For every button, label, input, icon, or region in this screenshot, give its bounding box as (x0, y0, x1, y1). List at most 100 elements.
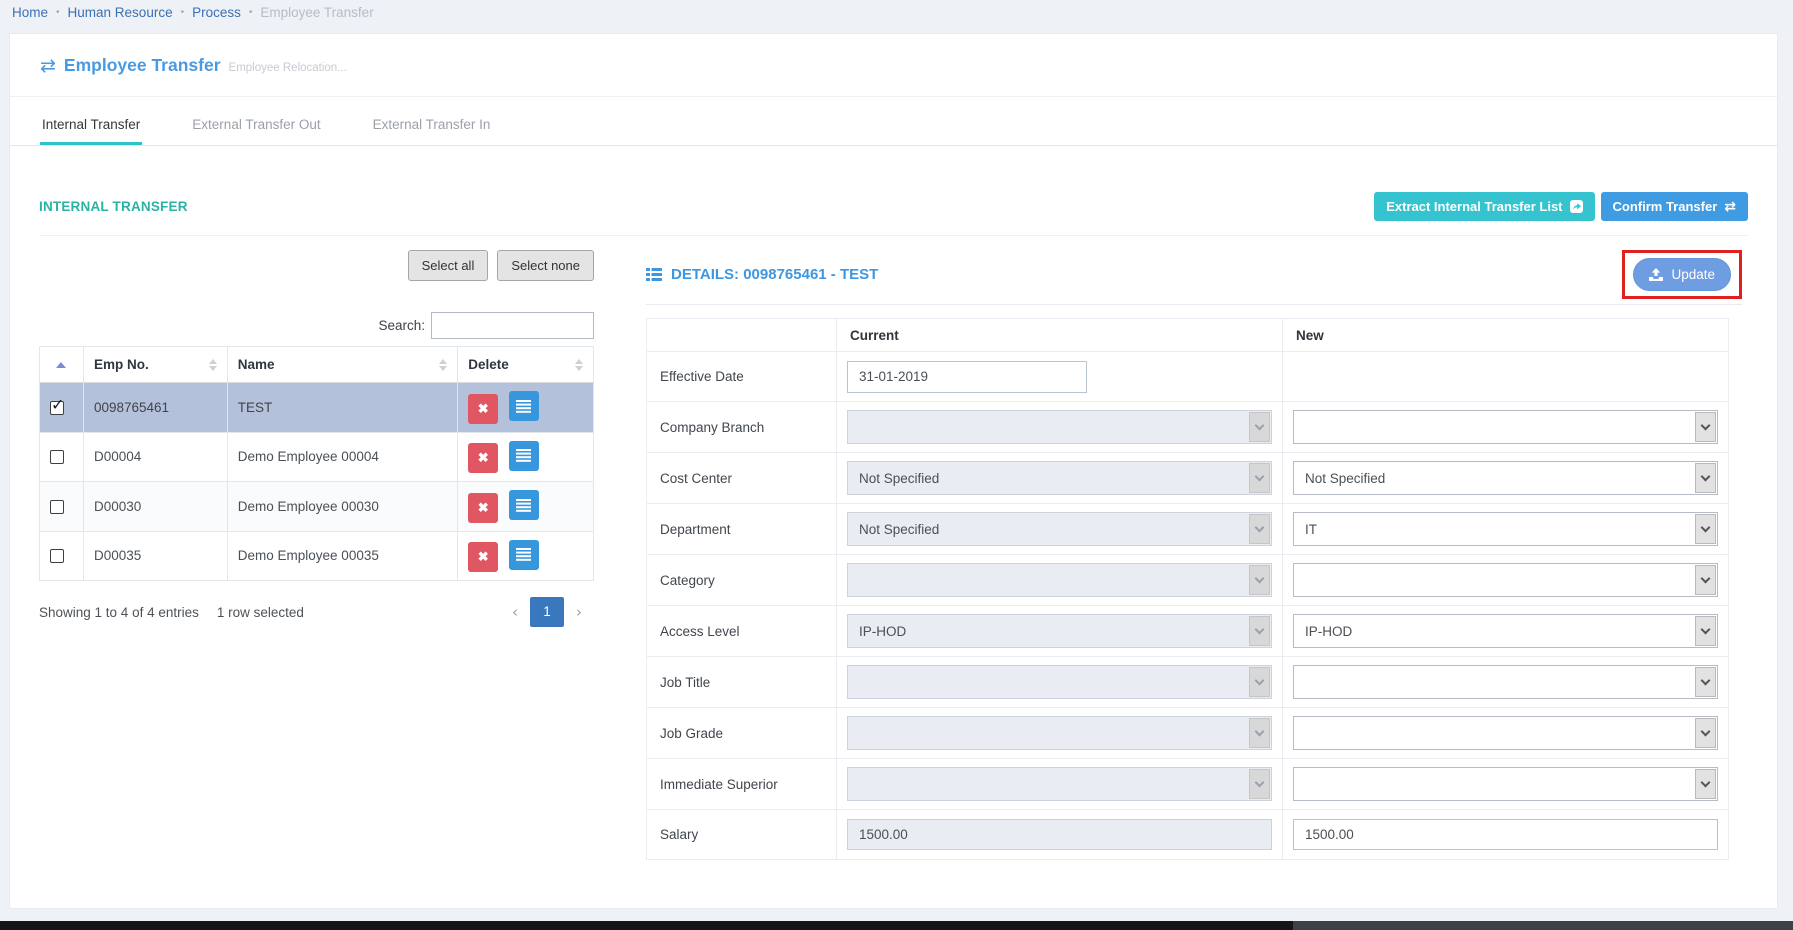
x-icon: ✖ (478, 500, 489, 516)
extract-internal-transfer-list-button[interactable]: Extract Internal Transfer List (1374, 192, 1594, 221)
emp-no-cell: D00035 (83, 531, 227, 581)
tab-external-transfer-in[interactable]: External Transfer In (371, 105, 493, 145)
exchange-icon: ⇄ (40, 55, 56, 77)
breadcrumb-process[interactable]: Process (192, 5, 241, 20)
exchange-icon: ⇄ (1724, 199, 1736, 215)
column-header-checkbox[interactable] (40, 347, 84, 383)
field-label: Salary (647, 810, 837, 860)
effective-date-current-input[interactable] (847, 361, 1087, 393)
immediate-superior-new-select[interactable] (1293, 767, 1718, 801)
details-row-button[interactable] (509, 391, 539, 421)
column-header-name[interactable]: Name (227, 347, 457, 383)
details-header-empty (647, 319, 837, 352)
employee-table: Emp No. Name Delete (39, 346, 594, 581)
chevron-down-icon (1249, 769, 1270, 799)
head-buttons: Extract Internal Transfer List Confirm T… (1374, 192, 1748, 221)
page-title: Employee Transfer (64, 55, 221, 76)
details-row-button[interactable] (509, 441, 539, 471)
details-table: Current New Effective Date Company Branc… (646, 318, 1729, 860)
x-icon: ✖ (478, 450, 489, 466)
category-new-select[interactable] (1293, 563, 1718, 597)
details-header-current: Current (837, 319, 1283, 352)
select-none-button[interactable]: Select none (497, 250, 594, 281)
delete-row-button[interactable]: ✖ (468, 542, 498, 572)
chevron-down-icon (1249, 565, 1270, 595)
chevron-down-icon (1695, 463, 1716, 493)
tab-external-transfer-out[interactable]: External Transfer Out (190, 105, 322, 145)
cost-center-new-select[interactable]: Not Specified (1293, 461, 1718, 495)
field-label: Job Grade (647, 708, 837, 759)
delete-row-button[interactable]: ✖ (468, 394, 498, 424)
chevron-down-icon (1695, 718, 1716, 748)
column-header-delete[interactable]: Delete (458, 347, 594, 383)
table-row[interactable]: D00004 Demo Employee 00004 ✖ (40, 432, 594, 482)
row-checkbox[interactable]: ✓ (50, 401, 64, 415)
pagination-next-button[interactable]: › (564, 598, 594, 626)
row-checkbox[interactable] (50, 549, 64, 563)
details-row-button[interactable] (509, 540, 539, 570)
chevron-down-icon (1695, 667, 1716, 697)
salary-new-input[interactable] (1293, 819, 1718, 850)
company-branch-new-select[interactable] (1293, 410, 1718, 444)
field-label: Effective Date (647, 352, 837, 402)
delete-row-button[interactable]: ✖ (468, 443, 498, 473)
page-subtitle: Employee Relocation... (229, 62, 347, 74)
chevron-down-icon (1249, 412, 1270, 442)
table-row[interactable]: D00030 Demo Employee 00030 ✖ (40, 482, 594, 532)
effective-date-new-cell (1283, 352, 1729, 402)
list-icon (516, 400, 531, 413)
breadcrumb-separator: • (181, 7, 185, 18)
department-new-select[interactable]: IT (1293, 512, 1718, 546)
breadcrumb-separator: • (249, 7, 253, 18)
name-cell: Demo Employee 00035 (227, 531, 457, 581)
details-row-cost-center: Cost Center Not Specified Not Specified (647, 453, 1729, 504)
job-title-new-select[interactable] (1293, 665, 1718, 699)
category-current-select (847, 563, 1272, 597)
field-label: Job Title (647, 657, 837, 708)
breadcrumb-home[interactable]: Home (12, 5, 48, 20)
emp-no-cell: 0098765461 (83, 383, 227, 433)
sort-icons (439, 359, 447, 371)
field-label: Immediate Superior (647, 759, 837, 810)
table-row[interactable]: D00035 Demo Employee 00035 ✖ (40, 531, 594, 581)
pagination-page-1[interactable]: 1 (530, 597, 564, 627)
selection-buttons: Select all Select none (39, 250, 594, 281)
section-title: INTERNAL TRANSFER (39, 199, 188, 214)
details-title: DETAILS: 0098765461 - TEST (646, 266, 878, 283)
search-input[interactable] (431, 312, 594, 339)
department-current-select: Not Specified (847, 512, 1272, 546)
cost-center-current-select: Not Specified (847, 461, 1272, 495)
x-icon: ✖ (478, 549, 489, 565)
search-label: Search: (378, 318, 425, 333)
table-row[interactable]: ✓ 0098765461 TEST ✖ (40, 383, 594, 433)
chevron-down-icon (1249, 667, 1270, 697)
tab-internal-transfer[interactable]: Internal Transfer (40, 105, 142, 145)
row-checkbox[interactable] (50, 500, 64, 514)
details-row-button[interactable] (509, 490, 539, 520)
job-title-current-select (847, 665, 1272, 699)
confirm-transfer-button[interactable]: Confirm Transfer ⇄ (1601, 192, 1748, 221)
delete-row-button[interactable]: ✖ (468, 493, 498, 523)
chevron-down-icon (1695, 412, 1716, 442)
field-label: Category (647, 555, 837, 606)
company-branch-current-select (847, 410, 1272, 444)
section-divider (39, 235, 1748, 236)
column-header-emp-no[interactable]: Emp No. (83, 347, 227, 383)
employee-list-panel: Select all Select none Search: Emp No. (39, 250, 594, 627)
select-all-button[interactable]: Select all (408, 250, 489, 281)
pagination-prev-button[interactable]: ‹ (500, 598, 530, 626)
tab-content: INTERNAL TRANSFER Extract Internal Trans… (10, 146, 1777, 860)
x-icon: ✖ (478, 401, 489, 417)
row-checkbox[interactable] (50, 450, 64, 464)
pagination: ‹ 1 › (500, 597, 594, 627)
details-row-effective-date: Effective Date (647, 352, 1729, 402)
job-grade-new-select[interactable] (1293, 716, 1718, 750)
breadcrumb-human-resource[interactable]: Human Resource (68, 5, 173, 20)
access-level-new-select[interactable]: IP-HOD (1293, 614, 1718, 648)
chevron-down-icon (1249, 616, 1270, 646)
field-label: Access Level (647, 606, 837, 657)
update-button[interactable]: Update (1633, 258, 1731, 291)
name-cell: TEST (227, 383, 457, 433)
details-header-new: New (1283, 319, 1729, 352)
chevron-down-icon (1249, 718, 1270, 748)
